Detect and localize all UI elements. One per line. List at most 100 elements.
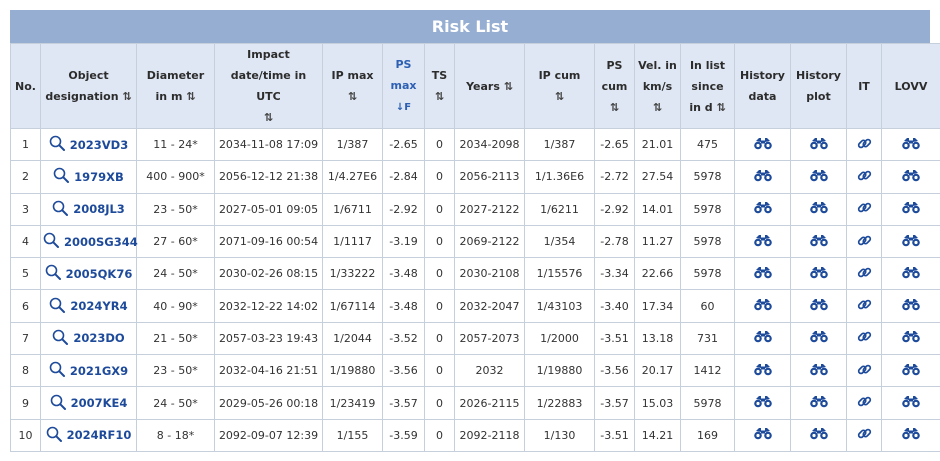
object-link[interactable]: 2023DO — [52, 329, 125, 348]
history-data-button[interactable] — [734, 257, 791, 291]
object-designation[interactable]: 2000SG344 — [64, 235, 138, 249]
object-designation[interactable]: 2008JL3 — [73, 202, 125, 216]
header-object[interactable]: Object designation ⇅ — [40, 43, 137, 129]
object-link[interactable]: 2024RF10 — [46, 426, 132, 445]
it-link-button[interactable] — [846, 354, 882, 388]
object-designation-cell[interactable]: 2024RF10 — [40, 418, 137, 452]
binoculars-icon[interactable] — [901, 169, 921, 185]
object-designation-cell[interactable]: 2023VD3 — [40, 127, 137, 162]
binoculars-icon[interactable] — [901, 137, 921, 153]
lovv-button[interactable] — [881, 289, 940, 323]
history-data-button[interactable] — [734, 224, 791, 259]
history-data-button[interactable] — [734, 386, 791, 420]
magnifier-icon[interactable] — [52, 200, 69, 219]
magnifier-icon[interactable] — [45, 264, 61, 283]
lovv-button[interactable] — [881, 418, 940, 452]
sort-icon[interactable]: ⇅ — [716, 101, 725, 114]
object-designation-cell[interactable]: 2023DO — [40, 321, 137, 356]
it-link-button[interactable] — [846, 257, 882, 291]
link-icon[interactable] — [857, 200, 872, 218]
magnifier-icon[interactable] — [46, 426, 62, 445]
binoculars-icon[interactable] — [901, 363, 921, 379]
link-icon[interactable] — [857, 265, 872, 283]
header-psmax[interactable]: PS max ↓F — [382, 43, 425, 129]
history-data-button[interactable] — [734, 418, 791, 452]
binoculars-icon[interactable] — [901, 234, 921, 250]
history-plot-button[interactable] — [790, 224, 847, 259]
link-icon[interactable] — [857, 394, 872, 412]
object-designation-cell[interactable]: 1979XB — [40, 160, 137, 194]
binoculars-icon[interactable] — [809, 427, 829, 443]
it-link-button[interactable] — [846, 418, 882, 452]
magnifier-icon[interactable] — [52, 329, 69, 348]
sort-icon[interactable]: ⇅ — [555, 90, 564, 103]
lovv-button[interactable] — [881, 386, 940, 420]
binoculars-icon[interactable] — [753, 395, 773, 411]
binoculars-icon[interactable] — [753, 201, 773, 217]
binoculars-icon[interactable] — [809, 169, 829, 185]
lovv-button[interactable] — [881, 321, 940, 356]
binoculars-icon[interactable] — [753, 169, 773, 185]
object-designation[interactable]: 2024YR4 — [70, 299, 127, 313]
history-plot-button[interactable] — [790, 354, 847, 388]
sort-icon[interactable]: ⇅ — [504, 80, 513, 93]
magnifier-icon[interactable] — [43, 232, 59, 251]
object-link[interactable]: 2000SG344 — [43, 232, 138, 251]
history-plot-button[interactable] — [790, 418, 847, 452]
binoculars-icon[interactable] — [809, 395, 829, 411]
history-data-button[interactable] — [734, 321, 791, 356]
header-in-list[interactable]: In list since in d ⇅ — [680, 43, 735, 129]
object-designation-cell[interactable]: 2000SG344 — [40, 224, 138, 259]
binoculars-icon[interactable] — [753, 298, 773, 314]
object-link[interactable]: 2021GX9 — [49, 361, 128, 380]
history-data-button[interactable] — [734, 192, 791, 226]
history-plot-button[interactable] — [790, 127, 847, 162]
link-icon[interactable] — [857, 168, 872, 186]
binoculars-icon[interactable] — [809, 234, 829, 250]
lovv-button[interactable] — [881, 160, 940, 194]
object-designation[interactable]: 1979XB — [74, 170, 124, 184]
magnifier-icon[interactable] — [50, 394, 66, 413]
history-plot-button[interactable] — [790, 386, 847, 420]
binoculars-icon[interactable] — [901, 330, 921, 346]
header-ipmax[interactable]: IP max ⇅ — [322, 43, 383, 129]
header-ipcum[interactable]: IP cum ⇅ — [524, 43, 595, 129]
link-icon[interactable] — [857, 362, 872, 380]
binoculars-icon[interactable] — [901, 427, 921, 443]
history-data-button[interactable] — [734, 160, 791, 194]
object-designation-cell[interactable]: 2024YR4 — [40, 289, 137, 323]
lovv-button[interactable] — [881, 192, 940, 226]
sort-icon[interactable]: ⇅ — [122, 90, 131, 103]
object-designation[interactable]: 2021GX9 — [70, 364, 128, 378]
binoculars-icon[interactable] — [901, 298, 921, 314]
history-data-button[interactable] — [734, 289, 791, 323]
object-designation[interactable]: 2007KE4 — [71, 396, 128, 410]
link-icon[interactable] — [857, 426, 872, 444]
object-designation-cell[interactable]: 2007KE4 — [40, 386, 137, 420]
magnifier-icon[interactable] — [49, 135, 65, 154]
binoculars-icon[interactable] — [753, 427, 773, 443]
lovv-button[interactable] — [881, 354, 940, 388]
object-designation[interactable]: 2005QK76 — [66, 267, 133, 281]
sort-icon[interactable]: ⇅ — [264, 111, 273, 124]
it-link-button[interactable] — [846, 321, 882, 356]
object-designation[interactable]: 2024RF10 — [67, 428, 132, 442]
sort-icon[interactable]: ⇅ — [435, 90, 444, 103]
magnifier-icon[interactable] — [53, 167, 70, 186]
binoculars-icon[interactable] — [809, 201, 829, 217]
lovv-button[interactable] — [881, 127, 940, 162]
it-link-button[interactable] — [846, 127, 882, 162]
history-plot-button[interactable] — [790, 289, 847, 323]
magnifier-icon[interactable] — [49, 297, 66, 316]
it-link-button[interactable] — [846, 386, 882, 420]
sort-icon[interactable]: ⇅ — [186, 90, 195, 103]
history-data-button[interactable] — [734, 354, 791, 388]
object-link[interactable]: 2008JL3 — [52, 200, 125, 219]
lovv-button[interactable] — [881, 224, 940, 259]
link-icon[interactable] — [857, 329, 872, 347]
binoculars-icon[interactable] — [809, 137, 829, 153]
header-years[interactable]: Years ⇅ — [454, 43, 525, 129]
binoculars-icon[interactable] — [809, 330, 829, 346]
sort-icon[interactable]: ⇅ — [610, 101, 619, 114]
history-plot-button[interactable] — [790, 192, 847, 226]
